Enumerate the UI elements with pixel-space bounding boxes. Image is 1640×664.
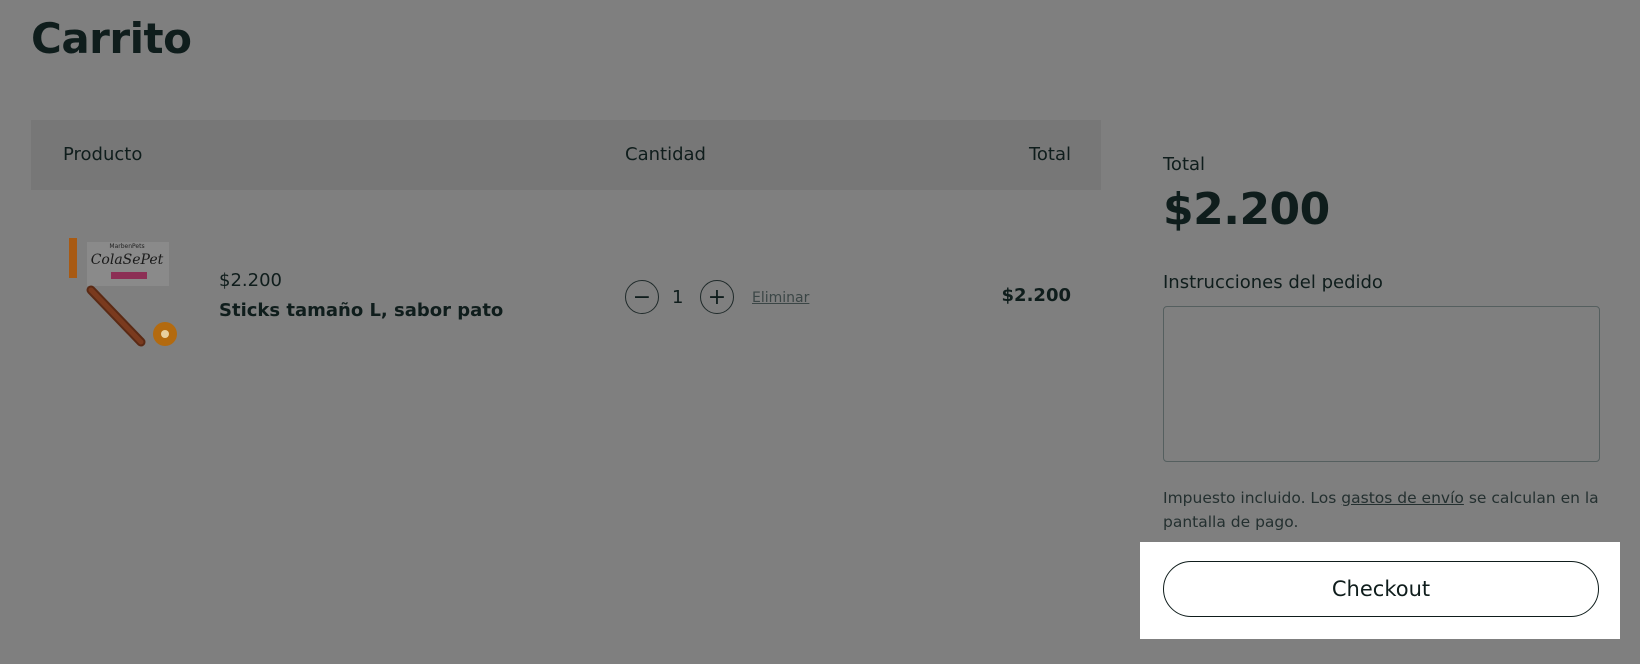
checkout-button[interactable]: Checkout bbox=[1163, 561, 1599, 617]
product-image[interactable]: MarbenPets ColaSePet bbox=[69, 238, 181, 350]
order-notes-label: Instrucciones del pedido bbox=[1163, 272, 1383, 293]
remove-item-link[interactable]: Eliminar bbox=[752, 290, 809, 306]
order-notes-field[interactable] bbox=[1163, 306, 1600, 462]
cart-item-row: MarbenPets ColaSePet $2.200 Sticks tamañ… bbox=[31, 230, 1101, 360]
quantity-column-header: Cantidad bbox=[625, 144, 706, 165]
decrease-quantity-button[interactable]: − bbox=[625, 280, 659, 314]
total-column-header: Total bbox=[1028, 144, 1071, 165]
increase-quantity-button[interactable]: + bbox=[700, 280, 734, 314]
total-label: Total bbox=[1163, 154, 1206, 175]
svg-text:MarbenPets: MarbenPets bbox=[109, 243, 144, 250]
tax-shipping-note: Impuesto incluido. Los gastos de envío s… bbox=[1163, 486, 1600, 534]
page-title: Carrito bbox=[31, 14, 192, 63]
total-value: $2.200 bbox=[1163, 184, 1330, 235]
product-column-header: Producto bbox=[63, 144, 143, 165]
quantity-input[interactable]: 1 bbox=[672, 287, 683, 308]
cart-table-header: Producto Cantidad Total bbox=[31, 120, 1101, 190]
svg-text:ColaSePet: ColaSePet bbox=[91, 252, 164, 268]
checkout-highlight: Checkout bbox=[1140, 542, 1620, 639]
tax-note-text: Impuesto incluido. Los bbox=[1163, 489, 1342, 507]
item-line-total: $2.200 bbox=[1001, 285, 1071, 306]
item-name-link[interactable]: Sticks tamaño L, sabor pato bbox=[219, 300, 503, 321]
shipping-policy-link[interactable]: gastos de envío bbox=[1341, 489, 1464, 507]
item-unit-price: $2.200 bbox=[219, 270, 282, 291]
